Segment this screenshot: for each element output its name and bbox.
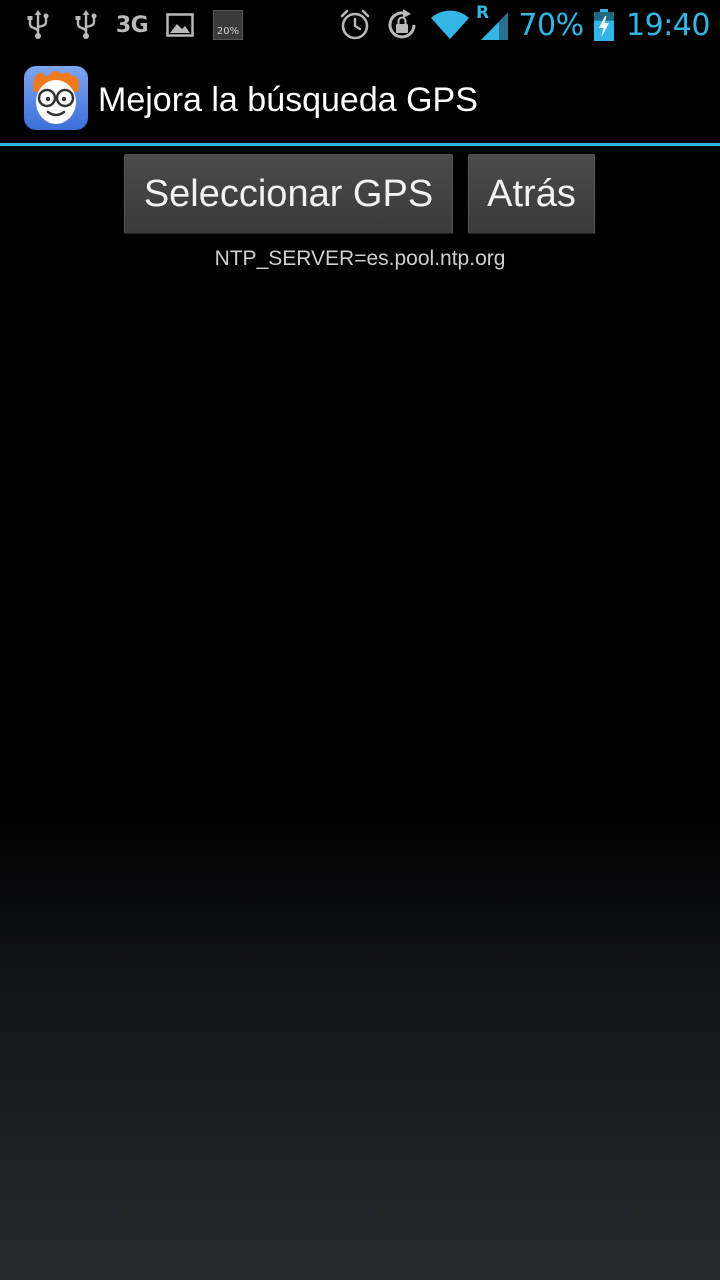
app-nerd-face-icon[interactable] [24,66,88,130]
wifi-icon [429,0,471,50]
status-bar: 3G 20% R 70% 19:40 [0,0,720,50]
image-icon [164,0,196,50]
select-gps-button[interactable]: Seleccionar GPS [124,154,453,234]
page-title: Mejora la búsqueda GPS [98,81,478,119]
notification-thumb-icon: 20% [211,0,245,50]
signal-roaming-icon: R [474,0,512,50]
clock: 19:40 [626,7,710,43]
battery-charging-icon [592,0,616,50]
usb-icon [70,0,102,50]
thumb-text: 20% [216,26,240,37]
roaming-label: R [476,3,490,23]
alarm-icon [337,0,373,50]
back-button[interactable]: Atrás [468,154,595,234]
action-bar-divider [0,143,720,146]
ntp-server-label: NTP_SERVER=es.pool.ntp.org [214,247,506,270]
rotation-lock-icon [384,0,420,50]
battery-percent: 70% [518,7,584,43]
usb-icon [22,0,54,50]
network-type-label: 3G [115,12,149,38]
action-bar: Mejora la búsqueda GPS [0,50,720,143]
